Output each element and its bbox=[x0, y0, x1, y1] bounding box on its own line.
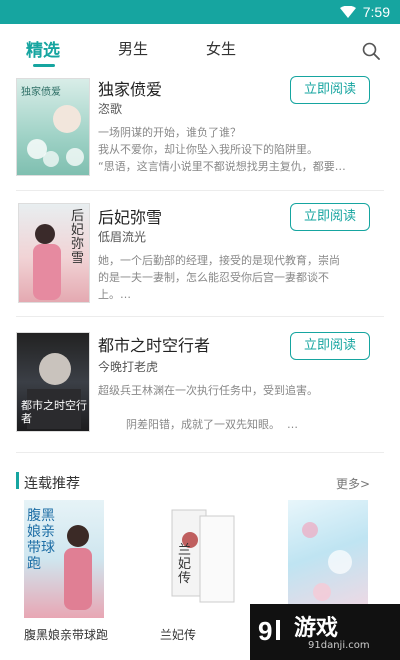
cover-title: 后妃弥雪 bbox=[71, 209, 85, 266]
watermark-text: 游戏 bbox=[294, 616, 339, 641]
cover-title: 兰妃传 bbox=[178, 543, 192, 586]
book-description: 超级兵王林渊在一次执行任务中，受到追害。 阴差阳错，成就了一双先知眼。 … bbox=[98, 382, 370, 433]
cover-title: 都市之时空行者 bbox=[21, 399, 87, 425]
book-description: 一场阴谋的开始，谁负了谁？ 我从不爱你，却让你坠入我所设下的陷阱里。 “思语，这… bbox=[98, 124, 370, 175]
description-line: 的是一夫一妻制，怎么能忍受你后宫一妻都谈不 bbox=[98, 271, 329, 284]
divider bbox=[16, 452, 384, 453]
book-author: 低眉流光 bbox=[98, 230, 147, 244]
read-now-button[interactable]: 立即阅读 bbox=[290, 332, 370, 360]
book-cover[interactable]: 腹黑娘亲带球跑 bbox=[24, 500, 104, 618]
book-description: 她，一个后勤部的经理，接受的是现代教育，崇尚 的是一夫一妻制，怎么能忍受你后宫一… bbox=[98, 252, 370, 303]
recommend-item[interactable]: 腹黑娘亲带球跑 腹黑娘亲带球跑 bbox=[24, 500, 108, 643]
book-author: 今晚打老虎 bbox=[98, 360, 159, 374]
description-line bbox=[98, 399, 370, 416]
active-tab-indicator bbox=[33, 64, 55, 67]
recommend-item[interactable]: 兰妃传 兰妃传 bbox=[160, 500, 240, 643]
read-now-button[interactable]: 立即阅读 bbox=[290, 76, 370, 104]
description-line: 阴差阳错，成就了一双先知眼。 … bbox=[98, 418, 298, 431]
recommend-title[interactable]: 腹黑娘亲带球跑 bbox=[24, 626, 108, 643]
description-line: 她，一个后勤部的经理，接受的是现代教育，崇尚 bbox=[98, 254, 340, 267]
description-line: 一场阴谋的开始，谁负了谁？ bbox=[98, 126, 241, 139]
section-title: 连载推荐 bbox=[24, 476, 80, 492]
section-accent-bar bbox=[16, 472, 19, 489]
book-cover[interactable]: 后妃弥雪 bbox=[18, 203, 90, 303]
book-author: 恣歌 bbox=[98, 102, 123, 116]
book-cover[interactable]: 独家偾爱 bbox=[16, 78, 90, 176]
book-cover[interactable]: 都市之时空行者 bbox=[16, 332, 90, 432]
book-cover[interactable]: 兰妃传 bbox=[160, 500, 240, 618]
tab-female[interactable]: 女生 bbox=[206, 38, 236, 59]
watermark-url: 91danji.com bbox=[308, 640, 370, 651]
book-title[interactable]: 独家偾爱 bbox=[98, 76, 162, 100]
wifi-icon bbox=[340, 6, 356, 18]
cover-title: 腹黑娘亲带球跑 bbox=[27, 508, 55, 572]
top-tab-bar: 精选 男生 女生 bbox=[0, 24, 400, 74]
search-icon[interactable] bbox=[362, 42, 380, 60]
watermark-badge: 9 游戏 91danji.com bbox=[250, 604, 400, 660]
book-title[interactable]: 后妃弥雪 bbox=[98, 204, 162, 228]
description-line: 上。… bbox=[98, 288, 131, 301]
read-now-button[interactable]: 立即阅读 bbox=[290, 203, 370, 231]
book-title[interactable]: 都市之时空行者 bbox=[98, 332, 210, 356]
book-cover[interactable] bbox=[288, 500, 368, 618]
more-link[interactable]: 更多> bbox=[336, 475, 370, 492]
svg-text:9: 9 bbox=[258, 616, 272, 646]
description-line: “思语，这言情小说里不都说想找男主复仇，都要… bbox=[98, 160, 346, 173]
status-bar: 7:59 bbox=[0, 0, 400, 24]
description-line: 我从不爱你，却让你坠入我所设下的陷阱里。 bbox=[98, 143, 318, 156]
status-time: 7:59 bbox=[362, 4, 390, 20]
divider bbox=[16, 190, 384, 191]
tab-male[interactable]: 男生 bbox=[118, 38, 148, 59]
description-line: 超级兵王林渊在一次执行任务中，受到追害。 bbox=[98, 384, 318, 397]
recommend-title[interactable]: 兰妃传 bbox=[160, 626, 240, 643]
cover-title: 独家偾爱 bbox=[21, 87, 61, 98]
divider bbox=[16, 316, 384, 317]
tab-featured[interactable]: 精选 bbox=[26, 36, 60, 61]
watermark-logo-icon: 9 bbox=[258, 616, 280, 646]
